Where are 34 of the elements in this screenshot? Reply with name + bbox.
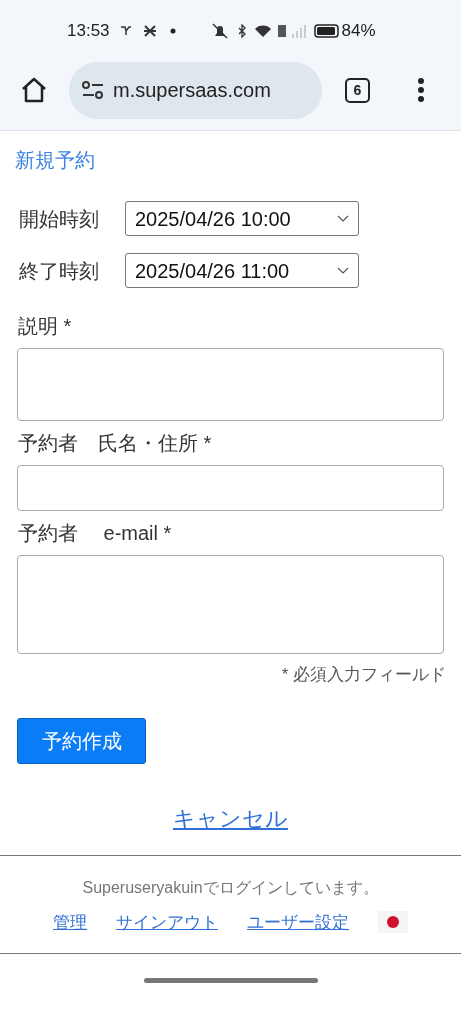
pinwheel-icon	[143, 25, 156, 37]
url-text: m.supersaas.com	[113, 78, 271, 103]
tab-count[interactable]: 6	[345, 77, 370, 103]
chevron-down-icon	[337, 267, 349, 274]
field-label: 説明 *	[17, 314, 73, 339]
required-note: * 必須入力フィールド	[281, 664, 446, 686]
site-settings-icon[interactable]	[81, 80, 105, 100]
more-menu-icon[interactable]	[417, 77, 425, 103]
date-time-select[interactable]: 2025/04/26 10:00	[125, 201, 359, 236]
bell-muted-icon	[211, 23, 228, 39]
chevron-down-icon	[337, 215, 349, 222]
field-label: 予約者 氏名・住所 *	[17, 431, 213, 456]
create-booking-button[interactable]: 予約作成	[17, 717, 146, 764]
page-title: 新規予約	[15, 148, 96, 173]
field-label: 開始時刻	[18, 206, 100, 232]
address-bar[interactable]: m.supersaas.com	[69, 61, 322, 119]
footer-link[interactable]: ユーザー設定	[247, 909, 349, 935]
signal-icon	[291, 24, 306, 38]
footer-link[interactable]: サインアウト	[116, 909, 218, 935]
japan-flag-icon[interactable]	[378, 911, 408, 934]
battery-icon	[313, 24, 340, 38]
home-icon[interactable]	[20, 77, 48, 103]
battery-percent: 84%	[341, 20, 376, 43]
field-label: 予約者 e-mail *	[17, 521, 173, 546]
date-time-select[interactable]: 2025/04/26 11:00	[125, 253, 359, 288]
cancel-link[interactable]: キャンセル	[173, 801, 288, 835]
status-time: 13:53	[67, 20, 110, 43]
login-status: Superuseryakuinでログインしています。	[82, 877, 379, 898]
bluetooth-icon	[237, 24, 246, 38]
footer-link[interactable]: 管理	[53, 909, 87, 935]
dot-icon	[169, 28, 176, 34]
input-field[interactable]	[17, 465, 444, 511]
field-label: 終了時刻	[18, 258, 100, 284]
wifi-icon	[253, 24, 272, 38]
